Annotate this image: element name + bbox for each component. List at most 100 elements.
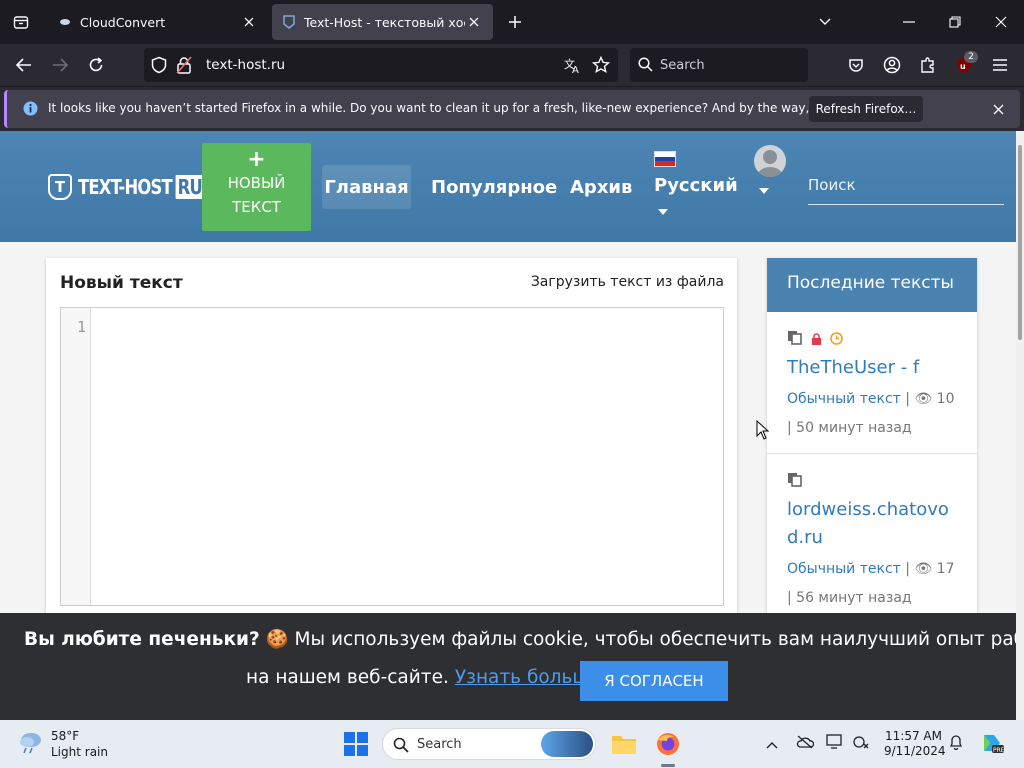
- firefox-icon[interactable]: [652, 728, 684, 760]
- ublock-origin-icon[interactable]: u 2: [948, 49, 980, 81]
- learn-more-link[interactable]: Узнать больше: [455, 667, 601, 688]
- cookie-message: Мы используем файлы cookie, чтобы обеспе…: [294, 629, 1016, 650]
- notification-bar: It looks like you haven’t started Firefo…: [0, 86, 1024, 131]
- entry-type-link[interactable]: Обычный текст: [787, 391, 901, 407]
- user-menu-caret-icon[interactable]: [759, 188, 769, 194]
- list-item: lordweiss.chatovod.ru Обычный текст | 👁 …: [767, 454, 977, 624]
- weather-widget[interactable]: 58°F Light rain: [18, 728, 108, 760]
- info-icon: [23, 101, 38, 120]
- new-tab-icon[interactable]: [502, 9, 528, 35]
- list-item: TheTheUser - f Обычный текст | 👁 10 | 50…: [767, 312, 977, 454]
- show-hidden-icons-chevron-icon[interactable]: [766, 734, 778, 753]
- display-settings-icon[interactable]: [826, 734, 844, 754]
- language-caret-icon: [658, 209, 668, 215]
- search-highlight-image: [541, 731, 593, 757]
- eye-icon: 👁: [914, 391, 933, 407]
- close-window-icon[interactable]: [978, 0, 1024, 44]
- new-text-label-line2: ТЕКСТ: [232, 198, 281, 216]
- minimize-icon[interactable]: [886, 0, 932, 44]
- list-all-tabs-chevron-icon[interactable]: [802, 0, 848, 44]
- language-label: Русский: [654, 175, 738, 196]
- line-number: 1: [76, 318, 86, 336]
- browser-search-field[interactable]: Search: [630, 48, 808, 82]
- language-selector[interactable]: Русский: [654, 151, 738, 215]
- tracking-protection-shield-icon[interactable]: [150, 56, 168, 78]
- nav-popular-link[interactable]: Популярное: [431, 177, 557, 198]
- network-icon[interactable]: [852, 734, 870, 754]
- text-host-favicon-icon: [282, 15, 296, 29]
- onedrive-offline-icon[interactable]: [796, 734, 815, 753]
- windows-start-icon[interactable]: [344, 732, 368, 760]
- cloudconvert-favicon-icon: [58, 15, 72, 29]
- taskbar-search-box[interactable]: Search: [382, 728, 596, 760]
- plus-icon: +: [247, 147, 266, 172]
- editor-heading: Новый текст: [60, 273, 183, 293]
- new-text-button[interactable]: + НОВЫЙ ТЕКСТ: [202, 143, 311, 231]
- refresh-firefox-button[interactable]: Refresh Firefox…: [809, 96, 923, 122]
- entry-type-link[interactable]: Обычный текст: [787, 561, 901, 577]
- russia-flag-icon: [654, 151, 676, 167]
- entry-title-link[interactable]: TheTheUser - f: [787, 357, 919, 378]
- address-bar[interactable]: text-host.ru 文A: [144, 48, 618, 82]
- nav-home-link[interactable]: Главная: [322, 165, 411, 209]
- clock-time: 11:57 AM: [885, 729, 942, 743]
- user-avatar[interactable]: [754, 145, 786, 177]
- logo-text: TEXT-HOST: [78, 175, 173, 199]
- page-scrollbar[interactable]: [1016, 131, 1024, 720]
- pocket-icon[interactable]: [840, 49, 872, 81]
- new-text-label-line1: НОВЫЙ: [227, 174, 286, 192]
- entry-views: 10: [936, 391, 955, 407]
- bookmark-star-icon[interactable]: [591, 55, 611, 78]
- search-icon: [393, 737, 409, 757]
- url-text: text-host.ru: [206, 57, 286, 73]
- translate-icon[interactable]: 文A: [564, 56, 582, 78]
- clock-date: 9/11/2024: [884, 744, 946, 758]
- copy-icon[interactable]: [787, 468, 802, 496]
- reload-icon[interactable]: [80, 49, 112, 81]
- file-explorer-icon[interactable]: [608, 728, 640, 760]
- lock-icon: [811, 326, 822, 354]
- tab-list-icon[interactable]: [0, 0, 42, 44]
- cookie-banner: Вы любите печеньки? 🍪 Мы используем файл…: [0, 613, 1016, 720]
- cloud-rain-icon: [18, 730, 44, 758]
- agree-button[interactable]: Я СОГЛАСЕН: [580, 661, 728, 701]
- account-icon[interactable]: [876, 49, 908, 81]
- entry-time: 50 минут назад: [796, 420, 912, 436]
- scrollbar-thumb[interactable]: [1018, 145, 1022, 340]
- logo-badge-icon: T: [48, 174, 72, 200]
- clock[interactable]: 11:57 AM 9/11/2024: [884, 729, 946, 759]
- cookie-question: Вы любите печеньки?: [24, 629, 260, 650]
- notification-message: It looks like you haven’t started Firefo…: [48, 101, 904, 115]
- entry-title-link[interactable]: lordweiss.chatovod.ru: [787, 499, 949, 548]
- clock-icon: [830, 326, 844, 354]
- copy-icon[interactable]: [787, 326, 802, 354]
- logo-suffix: RU: [175, 175, 205, 199]
- search-icon: [638, 57, 653, 76]
- svg-text:PRE: PRE: [993, 747, 1004, 754]
- text-editor[interactable]: 1: [60, 307, 724, 606]
- close-tab-icon[interactable]: [240, 13, 258, 31]
- active-app-indicator: [661, 764, 675, 767]
- close-notification-icon[interactable]: [993, 100, 1004, 119]
- entry-views: 17: [936, 561, 955, 577]
- weather-temp: 58°F: [51, 729, 80, 743]
- cookie-emoji-icon: 🍪: [265, 629, 289, 650]
- copilot-icon[interactable]: PRE: [980, 731, 1005, 759]
- restore-icon[interactable]: [932, 0, 978, 44]
- extension-badge: 2: [964, 51, 978, 63]
- forward-arrow-icon[interactable]: [44, 49, 76, 81]
- lock-icon[interactable]: [176, 56, 192, 78]
- notification-bell-icon[interactable]: [948, 734, 964, 754]
- tab-cloudconvert[interactable]: CloudConvert: [48, 4, 268, 40]
- menu-hamburger-icon[interactable]: [984, 49, 1016, 81]
- site-search-input[interactable]: Поиск: [808, 173, 1004, 205]
- extensions-puzzle-icon[interactable]: [912, 49, 944, 81]
- tab-strip: CloudConvert Text-Host - текстовый хости…: [0, 0, 1024, 44]
- tab-text-host[interactable]: Text-Host - текстовый хостинг: [272, 4, 493, 40]
- close-tab-icon[interactable]: [465, 13, 483, 31]
- back-arrow-icon[interactable]: [8, 49, 40, 81]
- taskbar-search-placeholder: Search: [417, 737, 462, 752]
- upload-from-file-link[interactable]: Загрузить текст из файла: [531, 274, 724, 290]
- site-header: T TEXT-HOST RU + НОВЫЙ ТЕКСТ Главная Попу…: [0, 131, 1016, 242]
- nav-archive-link[interactable]: Архив: [570, 177, 632, 198]
